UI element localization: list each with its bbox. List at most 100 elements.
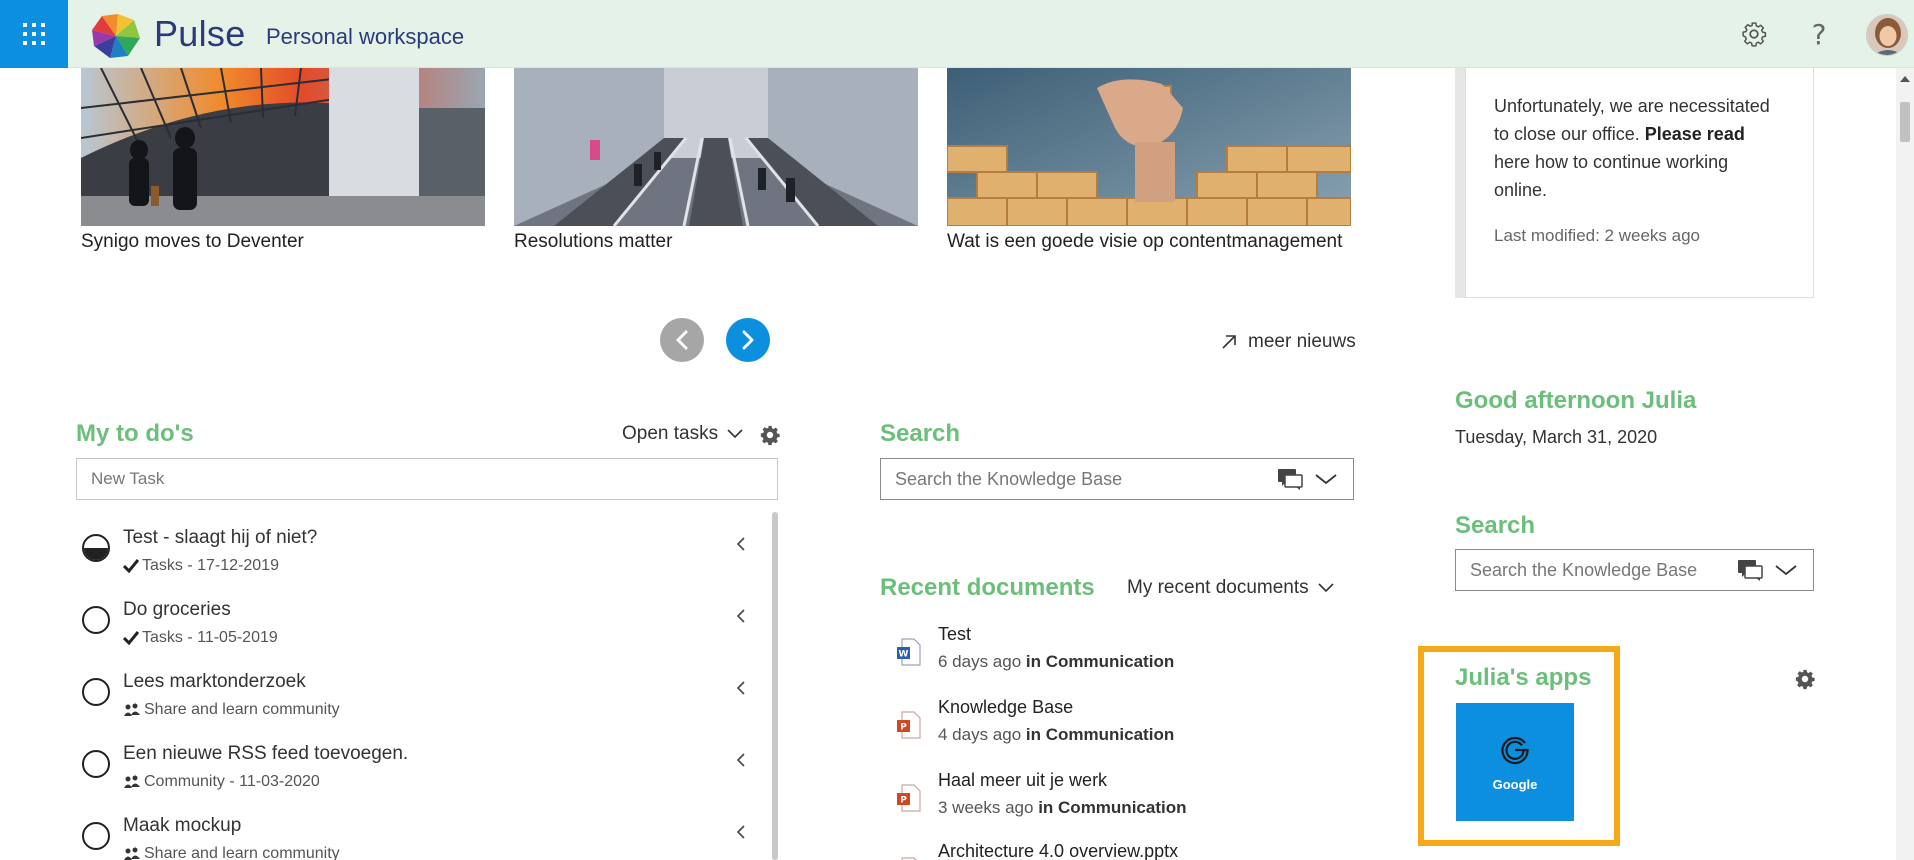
document-item[interactable]: P Haal meer uit je werk 3 weeks ago in C… bbox=[896, 770, 1316, 840]
todo-checkbox-icon[interactable] bbox=[82, 750, 110, 778]
more-news-label: meer nieuws bbox=[1248, 331, 1356, 352]
todo-expand-button[interactable] bbox=[736, 680, 746, 701]
todo-expand-button[interactable] bbox=[736, 536, 746, 557]
chat-icon[interactable] bbox=[1277, 467, 1303, 491]
news-title: Resolutions matter bbox=[514, 231, 673, 252]
document-in-label: in bbox=[1038, 798, 1054, 817]
side-knowledge-search-input[interactable] bbox=[1470, 559, 1737, 581]
document-meta: 4 days ago in Communication bbox=[938, 725, 1174, 745]
todo-meta-text: Share and learn community bbox=[144, 701, 340, 718]
document-name[interactable]: Haal meer uit je werk bbox=[938, 770, 1107, 791]
todo-checkbox-icon[interactable] bbox=[82, 678, 110, 706]
chevron-down-icon[interactable] bbox=[1773, 563, 1799, 577]
todo-meta: Tasks - 17-12-2019 bbox=[123, 557, 279, 575]
scroll-up-arrow-icon[interactable] bbox=[1900, 76, 1910, 82]
news-card[interactable]: Resolutions matter bbox=[514, 68, 918, 253]
chat-icon[interactable] bbox=[1737, 558, 1763, 582]
todo-title[interactable]: Maak mockup bbox=[123, 815, 241, 837]
svg-text:P: P bbox=[900, 723, 907, 733]
todo-item[interactable]: Maak mockup Share and learn community bbox=[76, 800, 766, 860]
chevron-left-icon bbox=[736, 609, 745, 623]
todo-item[interactable]: Do groceries Tasks - 11-05-2019 bbox=[76, 584, 766, 656]
scrollbar-thumb[interactable] bbox=[1900, 102, 1910, 142]
todo-item[interactable]: Lees marktonderzoek Share and learn comm… bbox=[76, 656, 766, 728]
news-card[interactable]: Wat is een goede visie op contentmanagem… bbox=[947, 68, 1351, 253]
todo-expand-button[interactable] bbox=[736, 752, 746, 773]
todo-meta: Community - 11-03-2020 bbox=[123, 773, 320, 791]
document-name[interactable]: Knowledge Base bbox=[938, 697, 1073, 718]
chevron-right-icon bbox=[742, 330, 754, 350]
help-button[interactable]: ? bbox=[1803, 17, 1835, 51]
notice-read-link[interactable]: Please read bbox=[1645, 124, 1745, 144]
greeting-date: Tuesday, March 31, 2020 bbox=[1455, 427, 1658, 447]
notice-text-part: here how to continue working online. bbox=[1494, 152, 1729, 200]
document-item[interactable]: Architecture 4.0 overview.pptx bbox=[896, 843, 1316, 860]
knowledge-search-input[interactable] bbox=[895, 468, 1277, 490]
news-image-station bbox=[81, 68, 485, 226]
chevron-down-icon bbox=[727, 429, 743, 439]
app-launcher-button[interactable] bbox=[0, 0, 68, 68]
apps-settings-button[interactable] bbox=[1794, 668, 1816, 695]
brand-name: Pulse bbox=[154, 13, 246, 54]
document-location-link[interactable]: Communication bbox=[1046, 725, 1174, 744]
todo-title[interactable]: Do groceries bbox=[123, 599, 231, 621]
todo-expand-button[interactable] bbox=[736, 824, 746, 845]
document-meta: 6 days ago in Communication bbox=[938, 652, 1174, 672]
chevron-left-icon bbox=[736, 753, 745, 767]
todo-title[interactable]: Lees marktonderzoek bbox=[123, 671, 306, 693]
document-location-link[interactable]: Communication bbox=[1046, 652, 1174, 671]
avatar[interactable] bbox=[1866, 14, 1908, 56]
todo-title[interactable]: Een nieuwe RSS feed toevoegen. bbox=[123, 743, 408, 765]
todo-expand-button[interactable] bbox=[736, 608, 746, 629]
recent-documents-filter[interactable]: My recent documents bbox=[1127, 577, 1335, 599]
carousel-prev-button[interactable] bbox=[660, 318, 704, 362]
waffle-icon bbox=[23, 23, 45, 45]
todo-checkbox-icon[interactable] bbox=[82, 606, 110, 634]
word-document-icon: W bbox=[897, 638, 921, 666]
community-icon bbox=[124, 703, 140, 716]
todo-item[interactable]: Een nieuwe RSS feed toevoegen. Community… bbox=[76, 728, 766, 800]
greeting-title: Good afternoon Julia bbox=[1455, 387, 1697, 414]
community-icon bbox=[124, 775, 140, 788]
external-arrow-icon bbox=[1222, 335, 1236, 349]
notice-accent-bar bbox=[1455, 68, 1465, 298]
todo-item[interactable]: Test - slaagt hij of niet? Tasks - 17-12… bbox=[76, 512, 766, 584]
news-image-blocks bbox=[947, 68, 1351, 226]
knowledge-search-box bbox=[880, 458, 1354, 500]
carousel-next-button[interactable] bbox=[726, 318, 770, 362]
side-search-heading: Search bbox=[1455, 512, 1536, 539]
settings-button[interactable] bbox=[1738, 18, 1770, 50]
todo-checkbox-icon[interactable] bbox=[82, 822, 110, 850]
google-icon bbox=[1501, 736, 1529, 764]
document-age: 4 days ago bbox=[938, 725, 1022, 744]
chevron-left-icon bbox=[736, 825, 745, 839]
help-icon: ? bbox=[1811, 17, 1827, 51]
document-age: 3 weeks ago bbox=[938, 798, 1034, 817]
document-location-link[interactable]: Communication bbox=[1058, 798, 1186, 817]
page-scrollbar[interactable] bbox=[1896, 68, 1914, 860]
news-image-escalator bbox=[514, 68, 918, 226]
todo-meta: Share and learn community bbox=[123, 701, 340, 719]
new-task-input[interactable] bbox=[76, 458, 778, 500]
todos-settings-button[interactable] bbox=[759, 424, 781, 451]
todo-list: Test - slaagt hij of niet? Tasks - 17-12… bbox=[76, 512, 766, 860]
todo-title[interactable]: Test - slaagt hij of niet? bbox=[123, 527, 317, 549]
office-notice: Unfortunately, we are necessitated to cl… bbox=[1465, 68, 1814, 298]
document-name[interactable]: Architecture 4.0 overview.pptx bbox=[938, 843, 1178, 860]
more-news-link[interactable]: meer nieuws bbox=[1220, 331, 1356, 353]
notice-modified: Last modified: 2 weeks ago bbox=[1494, 226, 1701, 245]
community-icon bbox=[124, 847, 140, 860]
open-tasks-filter[interactable]: Open tasks bbox=[622, 423, 744, 445]
document-item[interactable]: P Knowledge Base 4 days ago in Communica… bbox=[896, 697, 1316, 767]
google-app-tile[interactable]: Google bbox=[1456, 703, 1574, 821]
document-name[interactable]: Test bbox=[938, 624, 971, 645]
document-item[interactable]: W Test 6 days ago in Communication bbox=[896, 624, 1316, 694]
todo-scrollbar[interactable] bbox=[772, 512, 778, 860]
apps-heading: Julia's apps bbox=[1455, 664, 1592, 691]
news-card[interactable]: Synigo moves to Deventer bbox=[81, 68, 485, 253]
chevron-down-icon[interactable] bbox=[1313, 472, 1339, 486]
todo-status-half-icon[interactable] bbox=[82, 534, 110, 562]
recent-documents-heading: Recent documents bbox=[880, 574, 1095, 601]
app-tile-label: Google bbox=[1492, 776, 1538, 792]
news-title: Wat is een goede visie op contentmanagem… bbox=[947, 231, 1343, 252]
